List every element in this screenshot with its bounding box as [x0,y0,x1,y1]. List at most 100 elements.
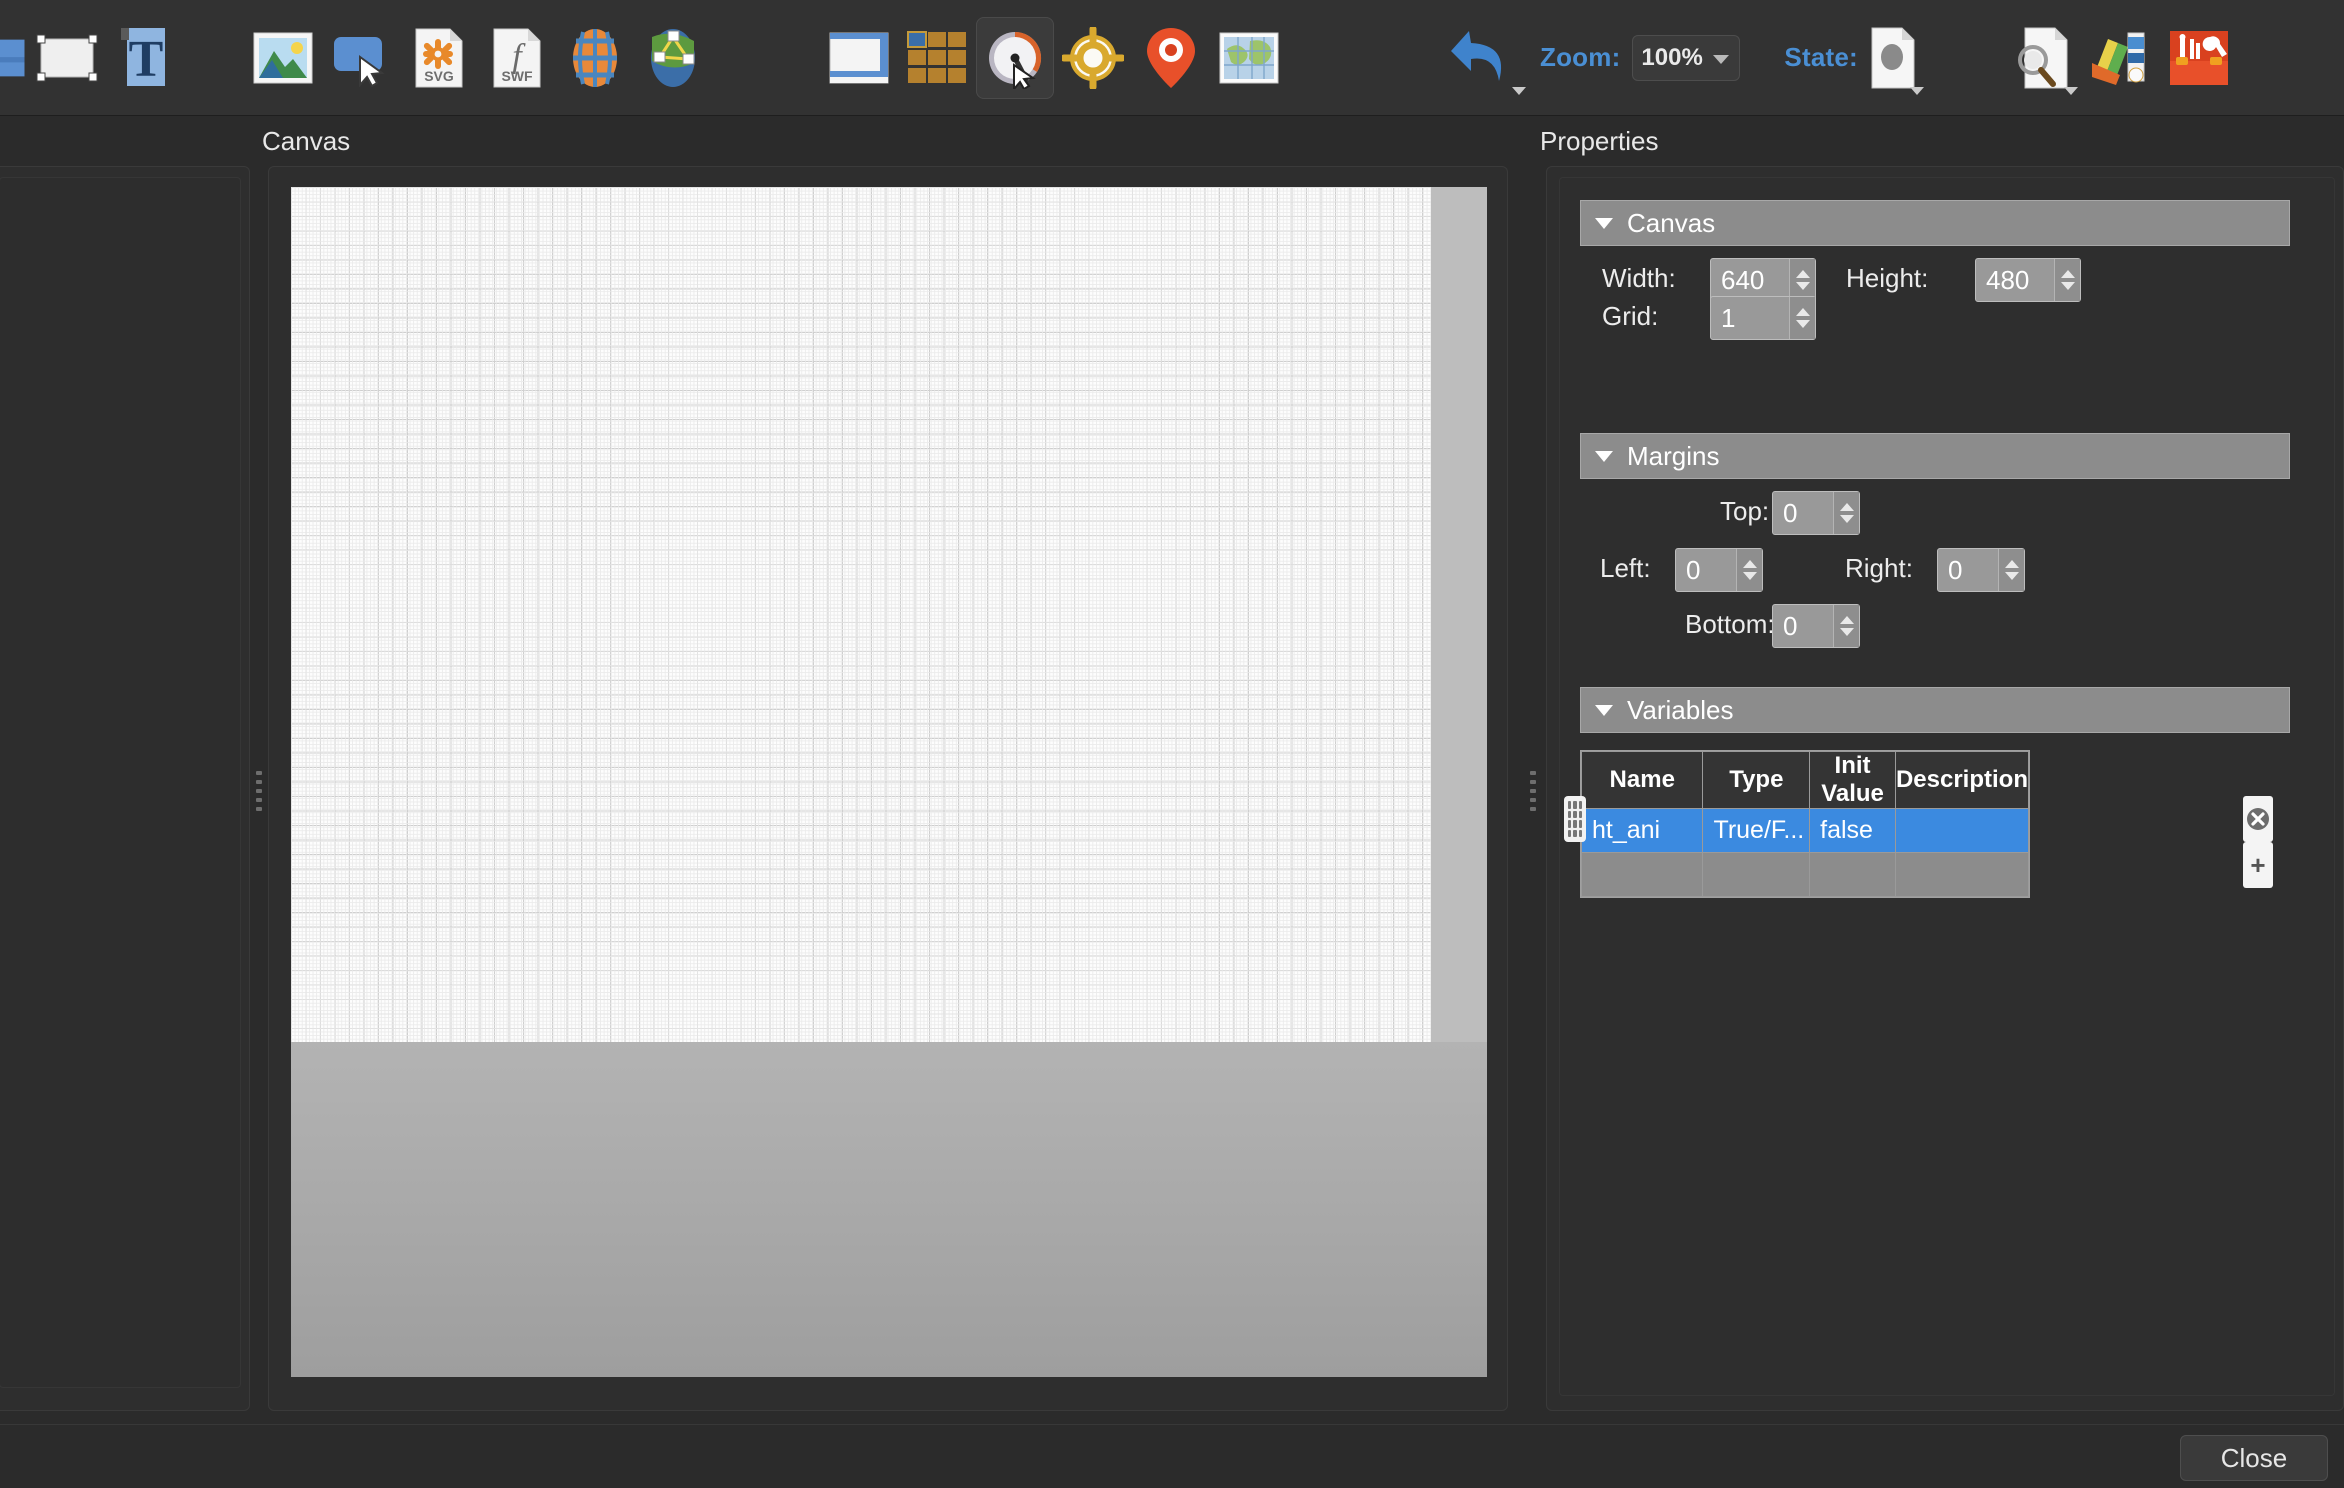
svg-text:SWF: SWF [501,68,533,84]
margin-right-stepper[interactable]: 0 [1937,548,2025,592]
column-header-init[interactable]: Init Value [1809,751,1896,809]
grid-stepper-arrows[interactable] [1789,297,1815,339]
cell-init-value[interactable]: false [1809,808,1896,853]
gauge-icon [989,31,1042,89]
toolbox-icon [2169,30,2228,85]
margin-left-stepper[interactable]: 0 [1675,548,1763,592]
cell-init-value[interactable] [1809,852,1896,897]
margin-top-value: 0 [1783,497,1798,528]
zoom-select[interactable]: 100% [1632,34,1741,81]
marker-tool[interactable] [1132,17,1210,99]
state-document-icon [1871,27,1915,88]
variables-table[interactable]: Name Type Init Value Description ht_ani … [1580,750,2030,898]
height-stepper-arrows[interactable] [2054,259,2080,301]
text-tool[interactable]: T [106,17,184,99]
height-value: 480 [1986,264,2030,295]
bottom-bar: Close [0,1424,2344,1488]
canvas-section-header[interactable]: Canvas [1580,200,2290,246]
margin-right-label: Right: [1845,553,1913,583]
inspect-dropdown-carat[interactable] [2063,86,2078,95]
network-tool[interactable] [634,17,712,99]
column-header-description[interactable]: Description [1894,751,2030,809]
rectangle-fill-tool[interactable] [0,17,28,99]
grid-tiles-icon [907,30,966,83]
text-T-icon: T [121,27,165,88]
margin-top-stepper[interactable]: 0 [1772,491,1860,535]
map-tool[interactable] [1210,17,1288,99]
row-drag-handle[interactable] [1564,796,1586,842]
inspect-tool[interactable] [2004,17,2082,99]
table-row[interactable] [1580,852,2030,897]
cell-description[interactable] [1894,852,2030,897]
splitter-right[interactable] [1526,764,1540,818]
state-control: State: [1784,17,1927,99]
zoom-value: 100% [1641,43,1703,71]
properties-pane: Canvas Width: 640 Height: 480 Grid: 1 Ma… [1546,166,2344,1411]
canvas-stage[interactable] [291,187,1487,1377]
triangle-down-icon [1595,704,1613,716]
button-cursor-icon [334,36,385,87]
rectangle-shape-tool[interactable] [28,17,106,99]
image-tool[interactable] [244,17,322,99]
delete-variable-button[interactable] [2243,796,2273,842]
width-label: Width: [1602,263,1676,293]
column-header-type[interactable]: Type [1702,751,1811,809]
margin-left-stepper-arrows[interactable] [1736,549,1762,591]
cell-name[interactable]: ht_ani [1580,808,1704,853]
button-tool[interactable] [322,17,400,99]
target-tool[interactable] [1054,17,1132,99]
margins-section-header[interactable]: Margins [1580,433,2290,479]
margin-bottom-stepper[interactable]: 0 [1772,604,1860,648]
variables-section-header[interactable]: Variables [1580,687,2290,733]
close-button[interactable]: Close [2180,1435,2328,1481]
cell-type[interactable] [1702,852,1811,897]
width-stepper-arrows[interactable] [1789,259,1815,301]
map-pin-icon [1147,27,1195,88]
world-map-icon [1219,32,1279,83]
variables-section-title: Variables [1627,694,1734,725]
margin-top-label: Top: [1720,496,1770,526]
svg-text:SVG: SVG [424,68,454,84]
margin-bottom-value: 0 [1783,610,1798,641]
cell-description[interactable] [1894,808,2030,853]
workspace: Canvas Properties Canvas Width: 640 Heig… [0,116,2344,1424]
undo-dropdown-carat[interactable] [1512,86,1526,95]
main-toolbar: T SVG f SWF Zoom: 100% State: [0,0,2344,116]
grid-tool[interactable] [898,17,976,99]
white-rectangle-handles-icon [36,34,98,81]
swf-tool[interactable]: f SWF [478,17,556,99]
table-row[interactable]: ht_ani True/F... false [1580,808,2030,853]
grid-label: Grid: [1602,301,1659,331]
width-value: 640 [1721,264,1765,295]
margin-top-stepper-arrows[interactable] [1833,492,1859,534]
cell-name[interactable] [1580,852,1704,897]
globe-tool[interactable] [556,17,634,99]
cell-type[interactable]: True/F... [1702,808,1811,853]
window-tool[interactable] [820,17,898,99]
variables-table-header-row: Name Type Init Value Description [1580,751,2030,809]
margin-bottom-stepper-arrows[interactable] [1833,605,1859,647]
triangle-down-icon [1595,217,1613,229]
palette-tool[interactable] [2082,17,2160,99]
column-header-name[interactable]: Name [1580,751,1704,809]
splitter-left[interactable] [252,764,266,818]
margin-right-stepper-arrows[interactable] [1998,549,2024,591]
undo-button[interactable] [1438,17,1530,99]
zoom-label: Zoom: [1540,42,1621,72]
add-variable-button[interactable]: + [2243,842,2273,888]
color-swatches-icon [2091,32,2145,85]
margin-left-value: 0 [1686,554,1701,585]
plus-icon: + [2250,849,2266,880]
margin-right-value: 0 [1948,554,1963,585]
toolbox-tool[interactable] [2160,17,2238,99]
state-dropdown-carat[interactable] [1909,86,1924,95]
canvas-grid[interactable] [291,187,1431,1042]
state-button[interactable] [1858,17,1928,99]
height-stepper[interactable]: 480 [1975,258,2081,302]
gauge-tool[interactable] [976,16,1054,99]
blue-square-icon [0,39,25,76]
shape-tools-group: T [0,0,184,115]
grid-stepper[interactable]: 1 [1710,296,1816,340]
canvas-stage-bottom-fill [291,1042,1487,1377]
svg-tool[interactable]: SVG [400,17,478,99]
